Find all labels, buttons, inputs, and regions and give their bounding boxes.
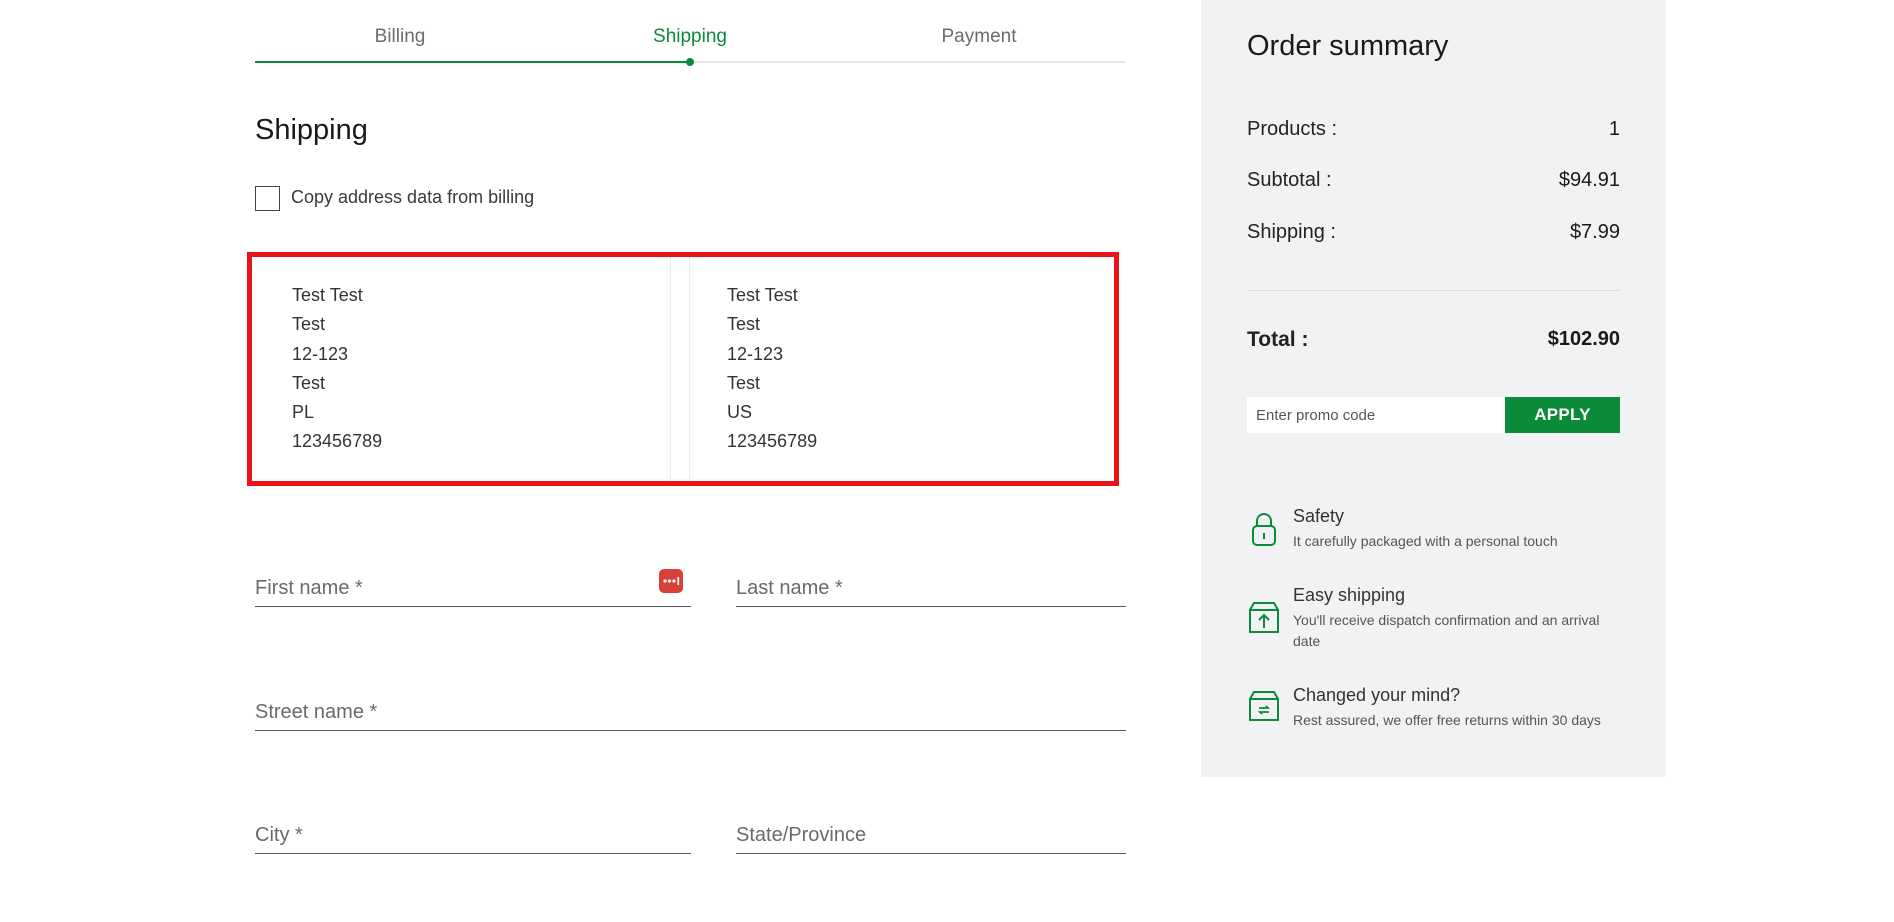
first-name-field bbox=[255, 560, 691, 607]
address-card-1[interactable]: Test Test Test 12-123 Test PL 123456789 bbox=[252, 257, 670, 481]
summary-label: Subtotal : bbox=[1247, 169, 1332, 191]
feature-title: Easy shipping bbox=[1293, 585, 1406, 605]
lock-icon bbox=[1251, 511, 1277, 552]
address-line: 12-123 bbox=[727, 343, 784, 364]
summary-row-shipping: Shipping : $7.99 bbox=[1247, 221, 1620, 244]
last-name-input[interactable] bbox=[736, 577, 1126, 600]
address-card-2[interactable]: Test Test Test 12-123 Test US 123456789 bbox=[689, 257, 1114, 481]
feature-description: It carefully packaged with a personal to… bbox=[1293, 533, 1558, 549]
summary-divider bbox=[1247, 290, 1620, 291]
apply-promo-button[interactable]: APPLY bbox=[1505, 397, 1620, 433]
address-line: Test Test bbox=[292, 285, 363, 305]
summary-value: 1 bbox=[1608, 118, 1620, 140]
copy-address-checkbox[interactable] bbox=[255, 186, 280, 211]
address-line: Test Test bbox=[727, 285, 798, 305]
total-label: Total : bbox=[1247, 328, 1309, 351]
street-name-field bbox=[255, 684, 1126, 731]
address-line: 123456789 bbox=[292, 431, 383, 452]
step-progress-line bbox=[255, 61, 690, 63]
password-manager-icon[interactable] bbox=[659, 569, 683, 593]
summary-row-subtotal: Subtotal : $94.91 bbox=[1247, 169, 1620, 192]
summary-row-total: Total : $102.90 bbox=[1247, 328, 1620, 352]
total-value: $102.90 bbox=[1547, 328, 1620, 350]
state-input[interactable] bbox=[736, 824, 1126, 847]
feature-title: Changed your mind? bbox=[1293, 685, 1461, 705]
state-field bbox=[736, 807, 1126, 854]
address-line: US bbox=[727, 402, 753, 423]
saved-addresses: Test Test Test 12-123 Test PL 123456789 … bbox=[247, 252, 1119, 486]
summary-value: $7.99 bbox=[1569, 221, 1620, 243]
address-line: Test bbox=[727, 314, 761, 335]
summary-row-products: Products : 1 bbox=[1247, 118, 1620, 141]
step-billing[interactable]: Billing bbox=[375, 26, 426, 48]
address-line: Test bbox=[292, 314, 326, 335]
box-return-icon bbox=[1248, 690, 1280, 727]
summary-value: $94.91 bbox=[1558, 169, 1620, 191]
copy-address-label[interactable]: Copy address data from billing bbox=[291, 187, 534, 208]
street-name-input[interactable] bbox=[255, 701, 1126, 724]
step-track-line bbox=[690, 61, 1125, 63]
address-line: 12-123 bbox=[292, 343, 349, 364]
summary-label: Shipping : bbox=[1247, 221, 1336, 243]
address-line: Test bbox=[727, 372, 761, 393]
promo-code-input[interactable] bbox=[1247, 397, 1505, 433]
feature-description: You'll receive dispatch confirmation and… bbox=[1293, 612, 1600, 649]
page-title: Shipping bbox=[255, 114, 368, 146]
address-line: 123456789 bbox=[727, 431, 818, 452]
address-line: PL bbox=[292, 402, 315, 423]
first-name-input[interactable] bbox=[255, 577, 691, 600]
step-dot bbox=[686, 58, 694, 66]
order-summary-title: Order summary bbox=[1247, 30, 1449, 62]
address-line: Test bbox=[292, 372, 326, 393]
last-name-field bbox=[736, 560, 1126, 607]
feature-description: Rest assured, we offer free returns with… bbox=[1293, 712, 1601, 728]
step-shipping[interactable]: Shipping bbox=[653, 26, 727, 48]
city-input[interactable] bbox=[255, 824, 691, 847]
address-divider bbox=[670, 257, 671, 481]
step-payment[interactable]: Payment bbox=[942, 26, 1017, 48]
box-upload-icon bbox=[1248, 601, 1280, 639]
feature-title: Safety bbox=[1293, 506, 1345, 526]
order-summary-panel bbox=[1201, 0, 1666, 777]
summary-label: Products : bbox=[1247, 118, 1338, 140]
city-field bbox=[255, 807, 691, 854]
